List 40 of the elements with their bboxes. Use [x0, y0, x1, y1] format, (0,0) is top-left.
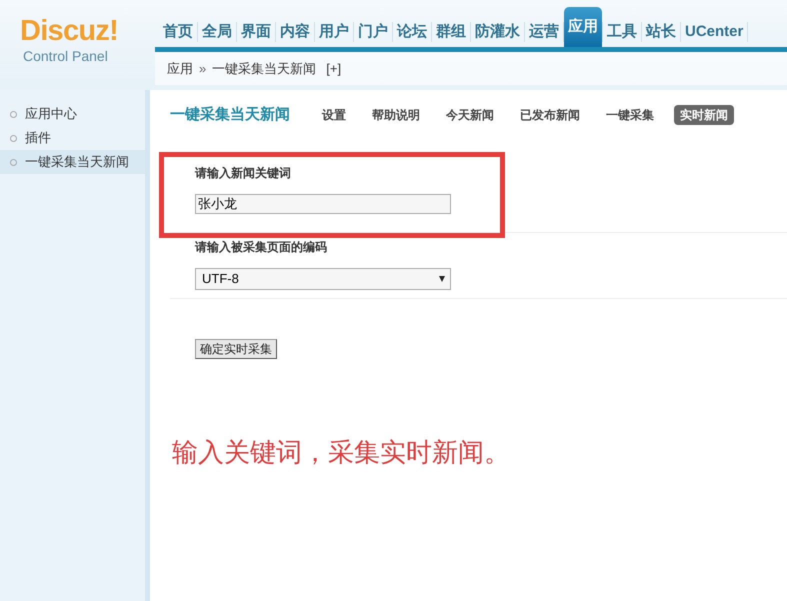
bullet-icon: [10, 158, 17, 166]
page-title: 一键采集当天新闻: [170, 104, 290, 125]
sub-tab[interactable]: 实时新闻: [674, 105, 734, 125]
bullet-icon: [10, 134, 17, 142]
bullet-icon: [10, 110, 17, 118]
nav-tab[interactable]: 运营: [525, 17, 563, 47]
breadcrumb-link[interactable]: 应用: [167, 58, 193, 78]
keyword-input[interactable]: 张小龙: [195, 194, 451, 214]
nav-tab[interactable]: 用户: [315, 17, 353, 47]
sub-tab[interactable]: 设置: [316, 105, 352, 125]
sub-tab[interactable]: 帮助说明: [366, 105, 426, 125]
nav-tab[interactable]: 群组: [432, 17, 470, 47]
annotation-text: 输入关键词，采集实时新闻。: [171, 436, 511, 469]
logo: Discuz!: [20, 14, 118, 48]
add-shortcut-link[interactable]: [+]: [326, 58, 342, 78]
sidebar-item[interactable]: 一键采集当天新闻: [0, 150, 145, 174]
submit-button[interactable]: 确定实时采集: [195, 339, 277, 359]
encoding-dropdown[interactable]: UTF-8: [195, 268, 451, 290]
sub-tab[interactable]: 一键采集: [600, 105, 660, 125]
nav-tab[interactable]: 工具: [603, 17, 641, 47]
logo-subtitle: Control Panel: [22, 48, 108, 64]
nav-tab[interactable]: 全局: [198, 17, 236, 47]
nav-tab[interactable]: 界面: [237, 17, 275, 47]
sub-tab[interactable]: 今天新闻: [440, 105, 500, 125]
field-label: 请输入被采集页面的编码: [195, 239, 328, 256]
sidebar-item[interactable]: 应用中心: [0, 102, 145, 126]
nav-tab[interactable]: 内容: [276, 17, 314, 47]
breadcrumb-link[interactable]: 一键采集当天新闻: [212, 58, 316, 78]
nav-tab[interactable]: 门户: [354, 17, 392, 47]
nav-tab[interactable]: 防灌水: [471, 17, 524, 47]
nav-tab[interactable]: 应用: [564, 7, 602, 47]
nav-tab[interactable]: 站长: [642, 17, 680, 47]
field-label: 请输入新闻关键词: [195, 165, 292, 182]
nav-tab[interactable]: UCenter: [681, 17, 748, 47]
sub-tab[interactable]: 已发布新闻: [514, 105, 586, 125]
breadcrumb-separator: »: [199, 60, 206, 78]
nav-tab[interactable]: 论坛: [393, 17, 431, 47]
nav-tab[interactable]: 首页: [159, 17, 197, 47]
caret-icon: [439, 276, 445, 282]
sidebar-item[interactable]: 插件: [0, 126, 145, 150]
